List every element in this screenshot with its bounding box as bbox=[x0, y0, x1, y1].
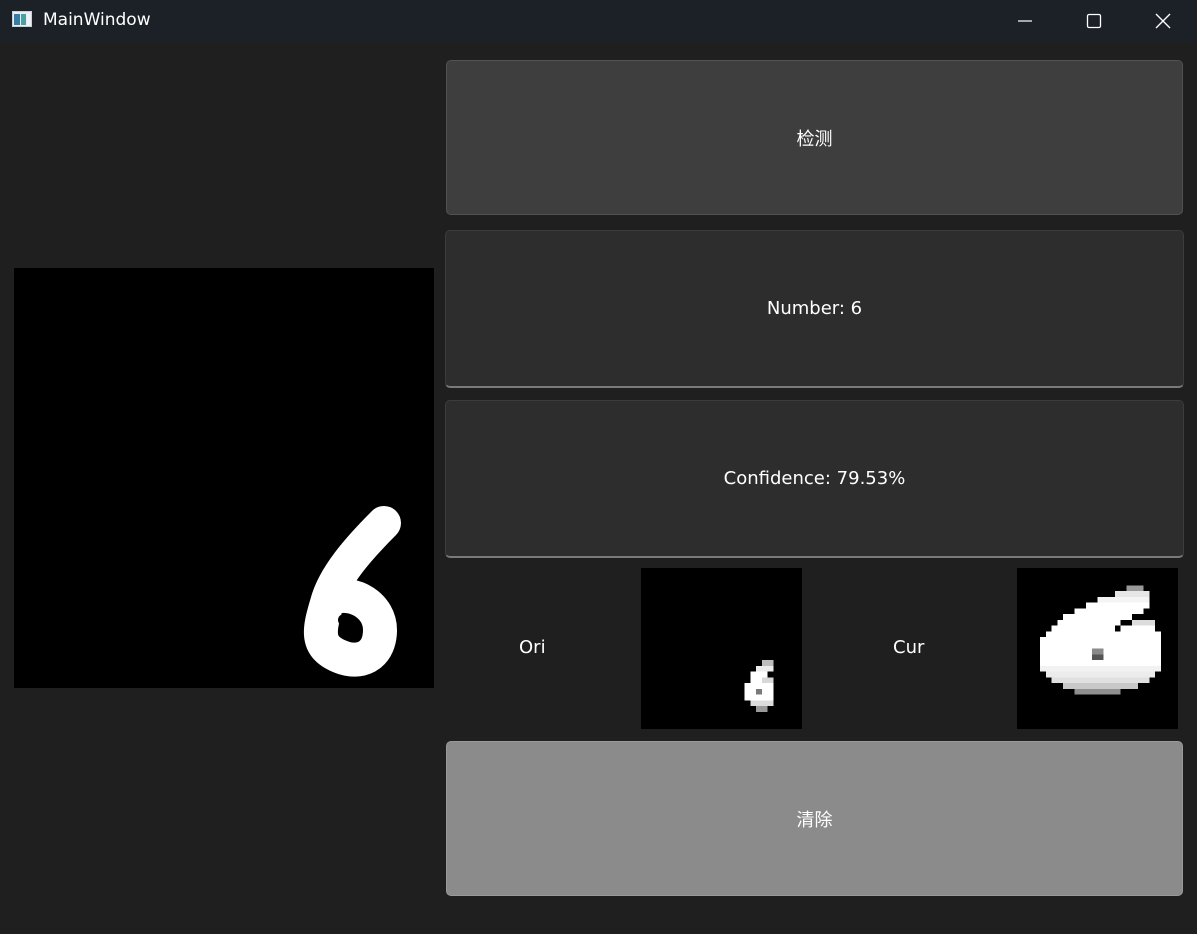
main-window: MainWindow 检测 Number: 6 Confidence: 79.5… bbox=[0, 0, 1197, 934]
original-digit-image bbox=[744, 660, 774, 712]
number-result-label: Number: 6 bbox=[766, 298, 863, 319]
clear-button[interactable]: 清除 bbox=[446, 741, 1183, 896]
original-image-preview bbox=[641, 568, 802, 729]
number-result-box: Number: 6 bbox=[445, 230, 1184, 388]
close-button[interactable] bbox=[1128, 0, 1197, 42]
app-window-icon bbox=[12, 11, 32, 27]
cur-label: Cur bbox=[893, 637, 925, 658]
ori-label: Ori bbox=[519, 637, 546, 658]
confidence-result-box: Confidence: 79.53% bbox=[445, 400, 1184, 558]
detect-button-label: 检测 bbox=[796, 128, 833, 150]
current-image-preview bbox=[1017, 568, 1178, 729]
confidence-result-label: Confidence: 79.53% bbox=[723, 468, 906, 489]
clear-button-label: 清除 bbox=[796, 809, 833, 831]
minimize-icon bbox=[1017, 13, 1033, 29]
window-title: MainWindow bbox=[43, 10, 151, 30]
drawing-canvas[interactable] bbox=[14, 268, 434, 688]
detect-button[interactable]: 检测 bbox=[446, 60, 1183, 215]
maximize-button[interactable] bbox=[1059, 0, 1129, 42]
minimize-button[interactable] bbox=[990, 0, 1060, 42]
close-icon bbox=[1155, 13, 1171, 29]
current-digit-image bbox=[1040, 585, 1161, 695]
handwritten-digit-drawing bbox=[303, 506, 401, 677]
title-bar[interactable]: MainWindow bbox=[0, 0, 1197, 42]
maximize-icon bbox=[1086, 13, 1102, 29]
